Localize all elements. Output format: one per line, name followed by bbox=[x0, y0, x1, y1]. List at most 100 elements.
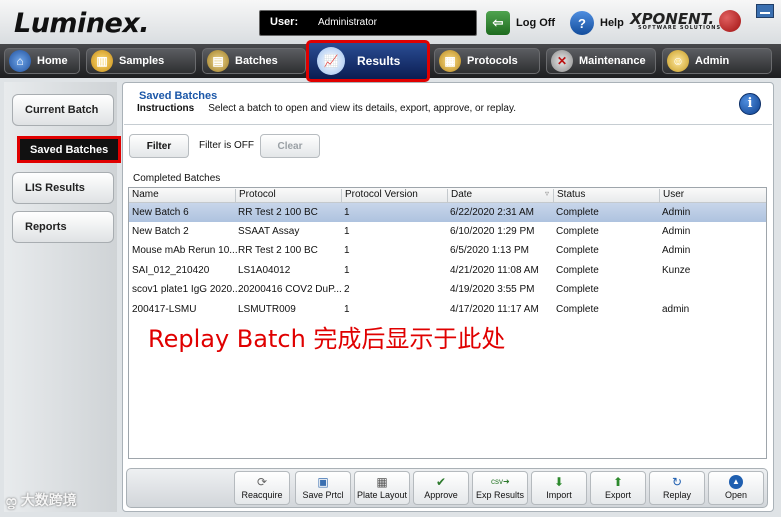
cell-version: 2 bbox=[344, 284, 350, 295]
sub-nav-panel: Current Batch Saved Batches LIS Results … bbox=[4, 82, 121, 512]
tab-batches[interactable]: ▤ Batches bbox=[202, 48, 306, 74]
cell-date: 4/21/2020 11:08 AM bbox=[450, 265, 539, 276]
export-results-button[interactable]: csv➜ Exp Results bbox=[472, 471, 528, 505]
sidebar-item-current-batch[interactable]: Current Batch bbox=[12, 94, 114, 126]
watermark: ᦦ 大数跨境 bbox=[6, 490, 77, 510]
column-header-protocol-version[interactable]: Protocol Version bbox=[341, 189, 447, 202]
column-header-user[interactable]: User bbox=[659, 189, 766, 202]
reacquire-label: Reacquire bbox=[241, 490, 283, 500]
results-chart-icon: 📈 bbox=[317, 47, 345, 75]
info-icon[interactable]: i bbox=[739, 93, 761, 115]
date-header-label: Date bbox=[451, 189, 473, 200]
approve-button[interactable]: ✔ Approve bbox=[413, 471, 469, 505]
tab-results-label: Results bbox=[357, 54, 401, 68]
cell-status: Complete bbox=[556, 245, 599, 256]
tab-batches-label: Batches bbox=[235, 55, 278, 67]
cell-user: Admin bbox=[662, 207, 691, 218]
minimize-button[interactable] bbox=[756, 4, 774, 18]
cell-date: 6/10/2020 1:29 PM bbox=[450, 226, 535, 237]
sidebar-item-lis-results[interactable]: LIS Results bbox=[12, 172, 114, 204]
approve-label: Approve bbox=[424, 490, 458, 500]
tab-maintenance[interactable]: ✕ Maintenance bbox=[546, 48, 656, 74]
user-box: User: Administrator bbox=[259, 10, 477, 36]
tab-home[interactable]: ⌂ Home bbox=[4, 48, 80, 74]
save-protocol-icon: ▣ bbox=[317, 475, 329, 489]
cell-user: Kunze bbox=[662, 265, 691, 276]
tab-protocols[interactable]: ▦ Protocols bbox=[434, 48, 540, 74]
admin-user-icon: ☺ bbox=[667, 50, 689, 72]
tab-maintenance-label: Maintenance bbox=[579, 55, 646, 67]
filter-status: Filter is OFF bbox=[199, 140, 254, 151]
cell-name: New Batch 2 bbox=[132, 226, 189, 237]
tab-protocols-label: Protocols bbox=[467, 55, 518, 67]
watermark-text: 大数跨境 bbox=[20, 492, 77, 508]
export-icon: ⬆ bbox=[612, 475, 624, 489]
log-off-button[interactable]: ⇦ Log Off bbox=[486, 11, 555, 35]
column-header-protocol[interactable]: Protocol bbox=[235, 189, 341, 202]
saved-batches-panel: Saved Batches Instructions Select a batch… bbox=[122, 82, 774, 512]
import-icon: ⬇ bbox=[553, 475, 565, 489]
column-header-status[interactable]: Status bbox=[553, 189, 659, 202]
open-button[interactable]: ▲ Open bbox=[708, 471, 764, 505]
cell-protocol: LS1A04012 bbox=[238, 265, 291, 276]
tab-admin-label: Admin bbox=[695, 55, 730, 67]
table-row[interactable]: 200417-LSMU LSMUTR009 1 4/17/2020 11:17 … bbox=[129, 300, 766, 319]
home-icon: ⌂ bbox=[9, 50, 31, 72]
table-row[interactable]: New Batch 6 RR Test 2 100 BC 1 6/22/2020… bbox=[129, 203, 766, 222]
tab-results[interactable]: 📈 Results bbox=[306, 40, 430, 82]
import-label: Import bbox=[546, 490, 572, 500]
column-header-name[interactable]: Name bbox=[129, 189, 235, 202]
export-results-csv-icon: csv➜ bbox=[491, 477, 510, 486]
sidebar-item-saved-batches[interactable]: Saved Batches bbox=[17, 136, 121, 163]
cell-status: Complete bbox=[556, 207, 599, 218]
cell-user: admin bbox=[662, 304, 690, 315]
open-icon: ▲ bbox=[729, 475, 743, 489]
export-button[interactable]: ⬆ Export bbox=[590, 471, 646, 505]
cell-name: Mouse mAb Rerun 10... bbox=[132, 245, 238, 256]
sort-arrow-icon: ▿ bbox=[544, 189, 549, 198]
reacquire-button[interactable]: ⟳ Reacquire bbox=[234, 471, 290, 505]
log-off-icon: ⇦ bbox=[486, 11, 510, 35]
replay-icon: ↻ bbox=[671, 475, 683, 489]
clear-button[interactable]: Clear bbox=[260, 134, 320, 158]
reacquire-icon: ⟳ bbox=[256, 475, 268, 489]
cell-protocol: RR Test 2 100 BC bbox=[238, 207, 318, 218]
tab-admin[interactable]: ☺ Admin bbox=[662, 48, 772, 74]
header-divider bbox=[124, 124, 772, 125]
filter-button[interactable]: Filter bbox=[129, 134, 189, 158]
help-icon: ? bbox=[570, 11, 594, 35]
table-row[interactable]: Mouse mAb Rerun 10... RR Test 2 100 BC 1… bbox=[129, 241, 766, 260]
status-indicator-icon bbox=[719, 10, 741, 32]
import-button[interactable]: ⬇ Import bbox=[531, 471, 587, 505]
plate-layout-button[interactable]: ▦ Plate Layout bbox=[354, 471, 410, 505]
table-row[interactable]: scov1 plate1 IgG 2020... 20200416 COV2 D… bbox=[129, 280, 766, 299]
plate-layout-label: Plate Layout bbox=[356, 490, 408, 500]
save-protocol-label: Save Prtcl bbox=[302, 490, 344, 500]
open-label: Open bbox=[724, 490, 748, 500]
tab-samples-label: Samples bbox=[119, 55, 165, 67]
table-row[interactable]: SAI_012_210420 LS1A04012 1 4/21/2020 11:… bbox=[129, 261, 766, 280]
maintenance-tools-icon: ✕ bbox=[551, 50, 573, 72]
save-protocol-button[interactable]: ▣ Save Prtcl bbox=[295, 471, 351, 505]
cell-version: 1 bbox=[344, 226, 350, 237]
cell-protocol: 20200416 COV2 DuP... bbox=[238, 284, 342, 295]
tab-samples[interactable]: ▥ Samples bbox=[86, 48, 196, 74]
help-button[interactable]: ? Help bbox=[570, 11, 624, 35]
cell-status: Complete bbox=[556, 284, 599, 295]
table-row[interactable]: New Batch 2 SSAAT Assay 1 6/10/2020 1:29… bbox=[129, 222, 766, 241]
user-label: User: bbox=[270, 16, 299, 28]
xponent-sub: SOFTWARE SOLUTIONS bbox=[638, 25, 722, 31]
protocols-icon: ▦ bbox=[439, 50, 461, 72]
cell-version: 1 bbox=[344, 245, 350, 256]
cell-name: 200417-LSMU bbox=[132, 304, 197, 315]
user-value: Administrator bbox=[318, 17, 377, 28]
cell-date: 6/5/2020 1:13 PM bbox=[450, 245, 529, 256]
instructions: Instructions Select a batch to open and v… bbox=[137, 103, 516, 114]
batches-icon: ▤ bbox=[207, 50, 229, 72]
instructions-label: Instructions bbox=[137, 103, 195, 114]
instructions-text: Select a batch to open and view its deta… bbox=[208, 103, 517, 114]
column-header-date[interactable]: Date ▿ bbox=[447, 189, 553, 202]
sidebar-item-reports[interactable]: Reports bbox=[12, 211, 114, 243]
cell-status: Complete bbox=[556, 304, 599, 315]
replay-button[interactable]: ↻ Replay bbox=[649, 471, 705, 505]
